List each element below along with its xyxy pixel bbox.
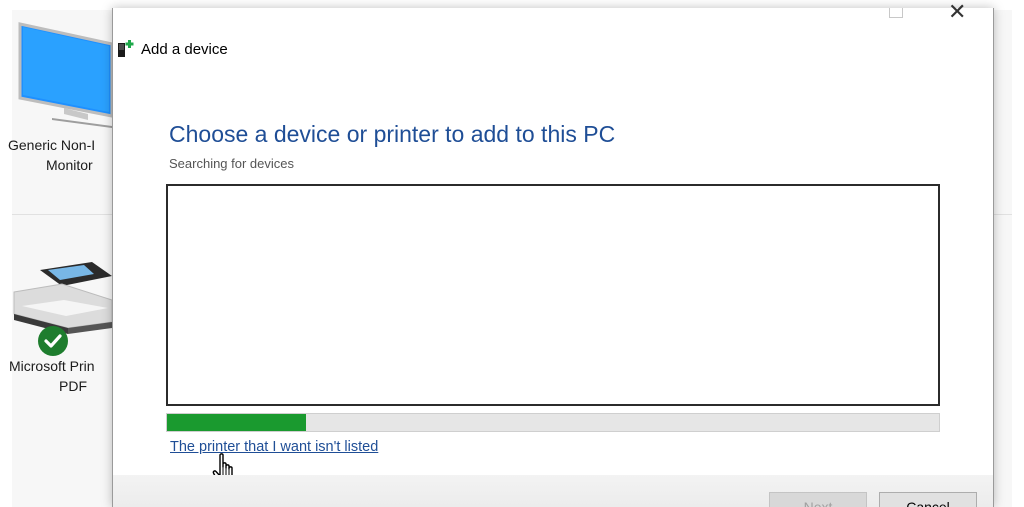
dialog-title-bar: Add a device xyxy=(117,38,228,60)
divider xyxy=(993,214,1012,215)
page-heading: Choose a device or printer to add to thi… xyxy=(169,121,616,147)
maximize-button[interactable] xyxy=(889,8,903,18)
search-status: Searching for devices xyxy=(169,156,295,171)
device-label: Microsoft Prin PDF xyxy=(9,358,95,394)
close-button[interactable]: ✕ xyxy=(948,0,966,25)
screen: Generic Non-I Monitor Microsoft Prin PDF… xyxy=(0,0,1024,507)
divider xyxy=(12,214,122,215)
device-label: Generic Non-I Monitor xyxy=(8,137,96,173)
printer-not-listed-link[interactable]: The printer that I want isn't listed xyxy=(170,439,378,455)
device-list[interactable] xyxy=(166,184,940,406)
checkmark-icon xyxy=(38,326,68,356)
add-device-icon xyxy=(118,40,134,57)
search-progress-bar xyxy=(166,413,940,432)
device-generic-monitor[interactable] xyxy=(14,16,114,133)
cancel-button[interactable]: Cancel xyxy=(879,492,977,507)
progress-fill xyxy=(167,414,306,431)
next-button[interactable]: Next xyxy=(769,492,867,507)
add-device-dialog: ✕ Add a device Choose a device or printe… xyxy=(112,0,994,507)
monitor-icon xyxy=(18,22,114,128)
dialog-title: Add a device xyxy=(141,40,228,58)
